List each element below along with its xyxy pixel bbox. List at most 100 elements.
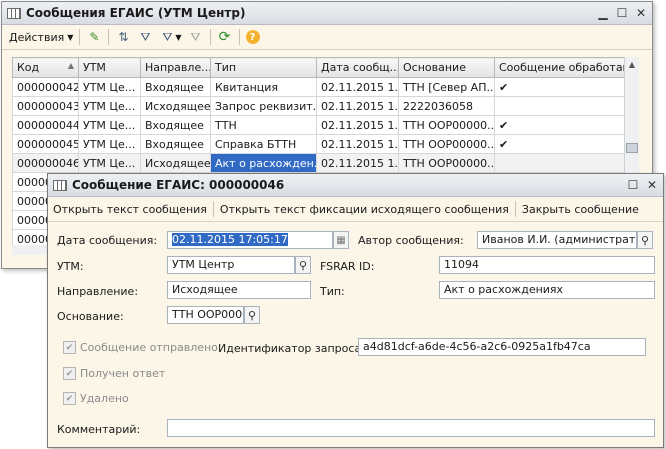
request-id-label: Идентификатор запроса: [218, 342, 365, 355]
table-row-selected[interactable]: 000000046 УТМ Це... Исходящее Акт о расх… [12, 153, 625, 173]
basis-field[interactable]: ТТН ООР0000 [167, 306, 244, 324]
dialog-close-button[interactable]: ✕ [644, 178, 660, 192]
open-fixation-text-button[interactable]: Открыть текст фиксации исходящего сообще… [217, 203, 512, 216]
checkbox-checked-icon: ✔ [63, 341, 76, 354]
refresh-button[interactable]: ⟳ [214, 27, 236, 47]
utm-search-button[interactable]: ⚲ [295, 256, 311, 274]
direction-field[interactable]: Исходящее [167, 281, 311, 299]
cell-direction[interactable]: Входящее [140, 134, 211, 154]
minimize-button[interactable]: ▁ [595, 6, 611, 20]
basis-search-button[interactable]: ⚲ [244, 306, 260, 324]
cell-code[interactable]: 000000042 [12, 77, 79, 97]
cell-date[interactable]: 02.11.2015 1... [316, 153, 399, 173]
list-toolbar: Действия ▼ ✎ ⇅ ⛛ ⛛ ▼ ⛛ ⟳ ? [2, 25, 652, 50]
column-header-processed[interactable]: Сообщение обработано [494, 57, 625, 78]
processed-check-icon[interactable]: ✔ [494, 115, 625, 135]
cell-code[interactable]: 000000044 [12, 115, 79, 135]
column-header-basis[interactable]: Основание [398, 57, 495, 78]
fsrar-label: FSRAR ID: [320, 260, 375, 273]
actions-menu[interactable]: Действия ▼ [6, 27, 76, 47]
cell-direction[interactable]: Исходящее [140, 153, 211, 173]
scroll-thumb[interactable] [626, 143, 638, 153]
close-button[interactable]: ✕ [633, 6, 649, 20]
toolbar-separator [238, 29, 240, 45]
edit-button[interactable]: ✎ [83, 27, 105, 47]
cell-utm[interactable]: УТМ Це... [78, 77, 141, 97]
cell-date[interactable]: 02.11.2015 1... [316, 77, 399, 97]
help-button[interactable]: ? [243, 27, 263, 47]
dialog-titlebar[interactable]: Сообщение ЕГАИС: 000000046 ☐ ✕ [48, 174, 663, 197]
close-message-button[interactable]: Закрыть сообщение [519, 203, 642, 216]
cell-type[interactable]: Квитанция [210, 77, 317, 97]
cell-utm[interactable]: УТМ Це... [78, 153, 141, 173]
filter-menu-button[interactable]: ⛛ ▼ [156, 27, 184, 47]
comment-field[interactable] [167, 419, 655, 437]
table-row[interactable]: 000000044 УТМ Це... Входящее ТТН 02.11.2… [12, 115, 625, 135]
sort-button[interactable]: ⇅ [112, 27, 134, 47]
processed-check-icon[interactable]: ✔ [494, 134, 625, 154]
column-header-date[interactable]: Дата сообщ... [316, 57, 399, 78]
cell-basis[interactable]: ТТН ООР00000... [398, 153, 495, 173]
column-header-utm[interactable]: УТМ [78, 57, 141, 78]
dialog-toolbar: Открыть текст сообщения Открыть текст фи… [48, 197, 663, 222]
processed-check-icon[interactable] [494, 96, 625, 116]
column-header-code[interactable]: Код ▲ [12, 57, 79, 78]
cell-code[interactable]: 000000045 [12, 134, 79, 154]
deleted-checkbox[interactable]: ✔ Удалено [63, 392, 129, 405]
request-id-field[interactable]: a4d81dcf-a6de-4c56-a2c6-0925a1fb47ca [358, 338, 646, 356]
answer-received-checkbox[interactable]: ✔ Получен ответ [63, 367, 165, 380]
fsrar-field[interactable]: 11094 [439, 256, 655, 274]
processed-check-icon[interactable] [494, 153, 625, 173]
pencil-icon: ✎ [89, 30, 100, 44]
author-label: Автор сообщения: [358, 234, 464, 247]
dialog-maximize-button[interactable]: ☐ [625, 178, 641, 192]
type-field[interactable]: Акт о расхождениях [439, 281, 655, 299]
processed-check-icon[interactable]: ✔ [494, 77, 625, 97]
utm-field[interactable]: УТМ Центр [167, 256, 295, 274]
cell-direction[interactable]: Входящее [140, 115, 211, 135]
filter-settings-icon: ⛛ [162, 29, 173, 44]
cell-utm[interactable]: УТМ Це... [78, 134, 141, 154]
cell-direction[interactable]: Входящее [140, 77, 211, 97]
cell-date[interactable]: 02.11.2015 1... [316, 134, 399, 154]
calendar-button[interactable]: ▦ [333, 231, 349, 249]
cell-code[interactable]: 000000043 [12, 96, 79, 116]
search-icon: ⚲ [640, 233, 650, 247]
column-header-type[interactable]: Тип [210, 57, 317, 78]
column-header-direction[interactable]: Направле... [140, 57, 211, 78]
cell-type[interactable]: Запрос реквизит... [210, 96, 317, 116]
filter-button[interactable]: ⛛ [134, 27, 156, 47]
date-field[interactable]: 02.11.2015 17:05:17 [167, 231, 333, 249]
cell-date[interactable]: 02.11.2015 1... [316, 115, 399, 135]
actions-menu-label: Действия [9, 30, 65, 44]
help-icon: ? [245, 30, 260, 44]
sent-checkbox[interactable]: ✔ Сообщение отправлено [63, 341, 218, 354]
scroll-up-icon[interactable]: ▲ [625, 57, 639, 71]
table-row[interactable]: 000000042 УТМ Це... Входящее Квитанция 0… [12, 77, 625, 97]
maximize-button[interactable]: ☐ [614, 6, 630, 20]
cell-date[interactable]: 02.11.2015 1... [316, 96, 399, 116]
cell-utm[interactable]: УТМ Це... [78, 96, 141, 116]
author-field[interactable]: Иванов И.И. (администратор) [477, 231, 637, 249]
cell-basis[interactable]: ТТН ООР00000... [398, 115, 495, 135]
cell-utm[interactable]: УТМ Це... [78, 115, 141, 135]
open-message-text-button[interactable]: Открыть текст сообщения [50, 203, 210, 216]
toolbar-separator [108, 29, 110, 45]
toolbar-separator [212, 201, 214, 217]
list-window-titlebar[interactable]: Сообщения ЕГАИС (УТМ Центр) ▁ ☐ ✕ [2, 2, 652, 25]
checkbox-checked-icon: ✔ [63, 392, 76, 405]
clear-filter-button[interactable]: ⛛ [185, 27, 207, 47]
cell-basis[interactable]: ТТН ООР00000... [398, 134, 495, 154]
cell-code[interactable]: 000000046 [12, 153, 79, 173]
cell-type[interactable]: ТТН [210, 115, 317, 135]
sort-asc-icon: ▲ [67, 61, 74, 70]
table-row[interactable]: 000000045 УТМ Це... Входящее Справка БТТ… [12, 134, 625, 154]
cell-type[interactable]: Справка БТТН [210, 134, 317, 154]
table-row[interactable]: 000000043 УТМ Це... Исходящее Запрос рек… [12, 96, 625, 116]
dialog-title: Сообщение ЕГАИС: 000000046 [72, 178, 285, 192]
cell-type-active[interactable]: Акт о расхожден... [210, 153, 317, 173]
cell-basis[interactable]: 2222036058 [398, 96, 495, 116]
cell-direction[interactable]: Исходящее [140, 96, 211, 116]
cell-basis[interactable]: ТТН [Север АП... [398, 77, 495, 97]
author-search-button[interactable]: ⚲ [637, 231, 653, 249]
